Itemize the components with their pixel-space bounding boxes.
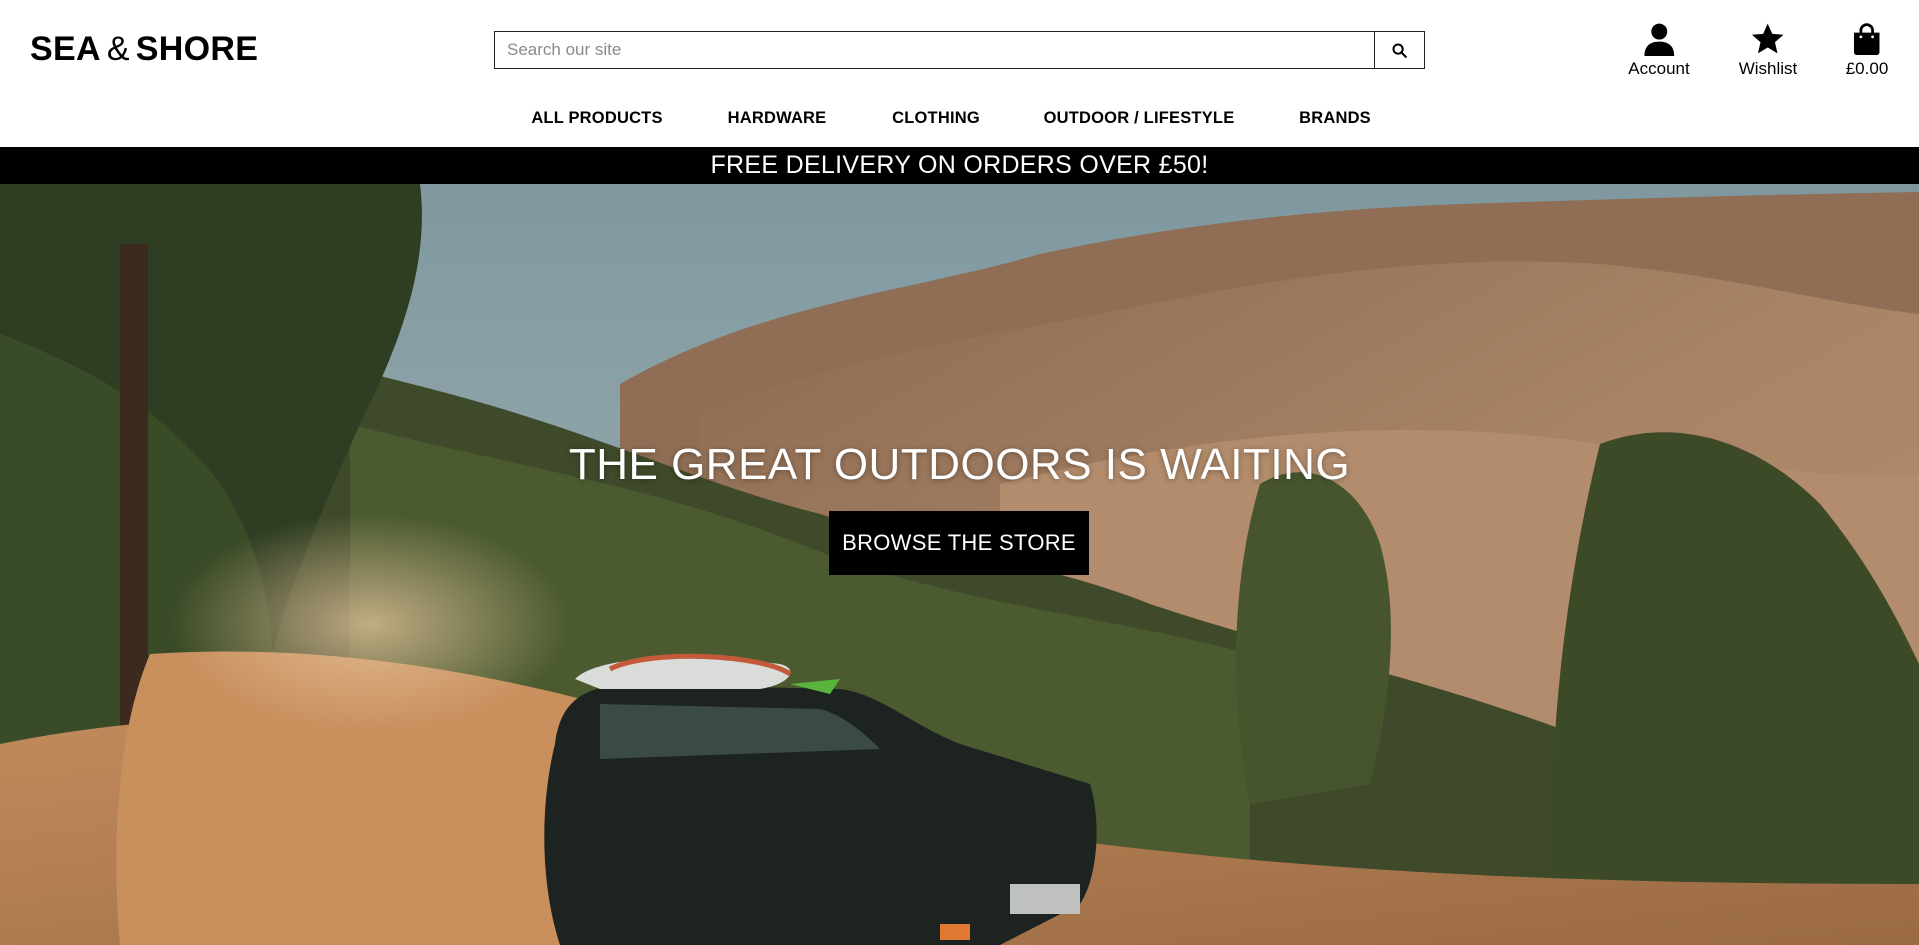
nav-outdoor-lifestyle[interactable]: OUTDOOR / LIFESTYLE: [1044, 106, 1235, 130]
search-input[interactable]: [495, 32, 1374, 68]
hero-title: THE GREAT OUTDOORS IS WAITING: [568, 440, 1351, 489]
shopping-bag-icon: [1854, 23, 1880, 55]
star-icon: [1752, 23, 1784, 54]
nav-clothing[interactable]: CLOTHING: [892, 106, 980, 130]
nav-hardware[interactable]: HARDWARE: [728, 106, 827, 130]
cart-link[interactable]: £0.00: [1845, 22, 1889, 80]
search-bar: [494, 31, 1425, 69]
nav-all-products[interactable]: ALL PRODUCTS: [531, 106, 662, 130]
cart-total: £0.00: [1845, 59, 1889, 78]
hero-banner: THE GREAT OUTDOORS IS WAITING BROWSE THE…: [0, 184, 1919, 945]
logo-word-shore: SHORE: [135, 30, 259, 68]
search-button[interactable]: [1374, 32, 1424, 68]
main-nav: ALL PRODUCTS HARDWARE CLOTHING OUTDOOR /…: [0, 106, 1919, 130]
browse-store-button[interactable]: BROWSE THE STORE: [829, 511, 1089, 575]
logo-ampersand: &: [106, 30, 130, 68]
user-icon: [1644, 23, 1674, 56]
promo-banner: FREE DELIVERY ON ORDERS OVER £50!: [0, 147, 1919, 184]
account-link[interactable]: Account: [1628, 22, 1690, 80]
search-icon: [1392, 42, 1407, 58]
logo-word-sea: SEA: [30, 30, 101, 68]
site-logo[interactable]: SEA & SHORE: [30, 28, 258, 70]
promo-text: FREE DELIVERY ON ORDERS OVER £50!: [710, 151, 1209, 179]
site-header: SEA&SHORE Account Wishlist £0.00 ALL PRO…: [0, 0, 1919, 147]
account-label: Account: [1628, 59, 1690, 78]
wishlist-link[interactable]: Wishlist: [1738, 22, 1798, 80]
wishlist-label: Wishlist: [1738, 59, 1798, 78]
nav-brands[interactable]: BRANDS: [1299, 106, 1371, 130]
